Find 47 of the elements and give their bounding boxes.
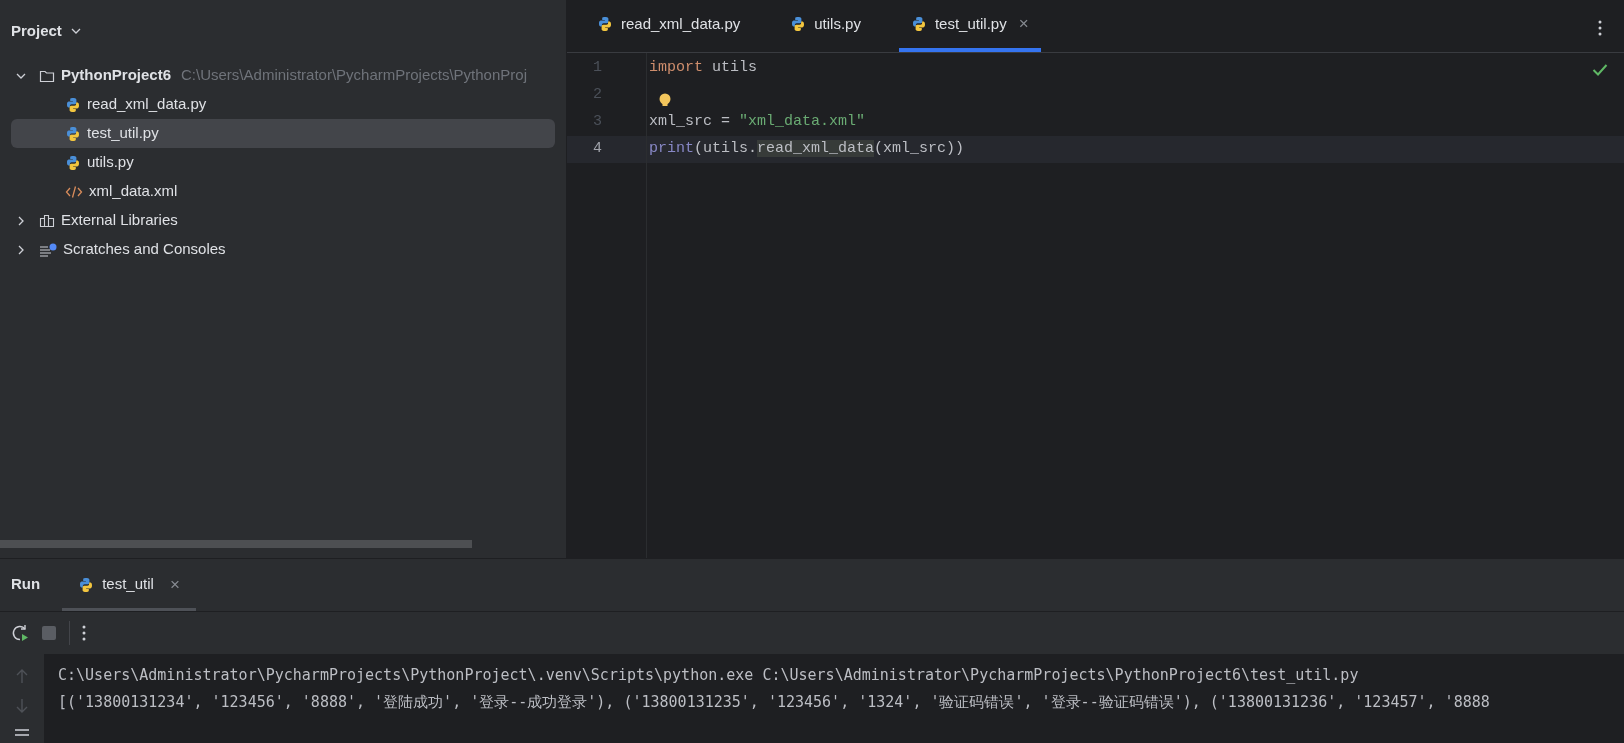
tree-item-label: test_util.py xyxy=(87,123,159,144)
tree-item-label: read_xml_data.py xyxy=(87,94,207,115)
close-icon[interactable]: × xyxy=(169,571,180,598)
rerun-icon[interactable] xyxy=(11,624,29,642)
tree-item-label: External Libraries xyxy=(61,210,178,231)
tree-item[interactable]: read_xml_data.py xyxy=(11,90,555,119)
run-tab[interactable]: test_util × xyxy=(62,561,196,611)
folder-icon xyxy=(39,68,55,83)
python-file-icon xyxy=(65,125,81,142)
library-icon xyxy=(39,213,55,228)
python-file-icon xyxy=(65,96,81,113)
lightbulb-icon[interactable] xyxy=(658,93,672,107)
editor-tab[interactable]: utils.py xyxy=(778,0,873,52)
tree-item-label: Scratches and Consoles xyxy=(63,239,226,260)
checkmark-icon xyxy=(1592,63,1608,77)
code-line: print(utils.read_xml_data(xml_src)) xyxy=(649,139,965,160)
tree-item[interactable]: utils.py xyxy=(11,148,555,177)
python-file-icon xyxy=(78,576,95,593)
python-file-icon xyxy=(790,16,807,32)
tree-item[interactable]: test_util.py xyxy=(11,119,555,148)
more-options-icon[interactable] xyxy=(82,625,86,641)
python-file-icon xyxy=(65,154,81,171)
tree-item[interactable]: PythonProject6 C:\Users\Administrator\PycharmProjects\PythonProj xyxy=(11,61,555,90)
editor-tab[interactable]: read_xml_data.py xyxy=(585,0,753,52)
panel-title: Run xyxy=(11,573,41,594)
tree-item[interactable]: xml_data.xml xyxy=(11,177,555,206)
tree-item-label: xml_data.xml xyxy=(89,181,178,202)
more-options-icon[interactable] xyxy=(1598,20,1602,36)
tree-item-path: C:\Users\Administrator\PycharmProjects\PythonProj xyxy=(181,65,527,86)
code-tag-icon xyxy=(65,184,83,199)
close-icon[interactable]: × xyxy=(1018,11,1029,37)
python-file-icon xyxy=(597,16,613,32)
console-output-line: [('13800131234', '123456', '8888', '登陆成功', '登录--成功登录'), ('13800131235', '123456', '1324', '验证码错误', '登录--验证码错误'), ('13800131236', '123457', '8888 xyxy=(58,692,1490,713)
tree-item-label: utils.py xyxy=(87,152,134,173)
line-number: 4 xyxy=(593,139,602,160)
code-line: import utils xyxy=(649,58,758,79)
tree-item[interactable]: External Libraries xyxy=(11,206,555,235)
horizontal-scrollbar[interactable] xyxy=(0,540,472,548)
scratches-icon xyxy=(39,242,57,257)
soft-wrap-icon[interactable] xyxy=(14,728,30,736)
tree-item[interactable]: Scratches and Consoles xyxy=(11,235,555,264)
panel-title[interactable]: Project xyxy=(11,19,62,43)
tree-item-label: PythonProject6 xyxy=(61,65,172,86)
code-line: xml_src = "xml_data.xml" xyxy=(649,112,866,133)
python-file-icon xyxy=(910,16,927,32)
console-output-line: C:\Users\Administrator\PycharmProjects\PythonProject\.venv\Scripts\python.exe C:\Users\Administrator\PycharmProjects\PythonProject6\test_util.py xyxy=(58,665,1359,686)
editor-tab[interactable]: test_util.py × xyxy=(898,0,1041,52)
